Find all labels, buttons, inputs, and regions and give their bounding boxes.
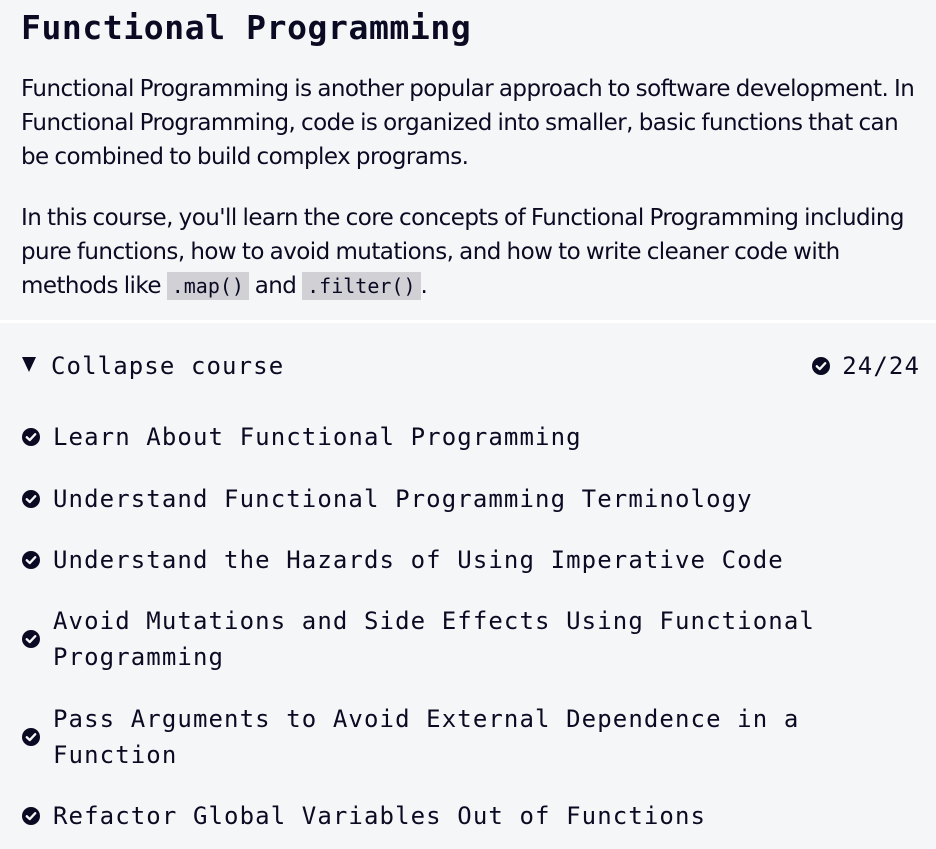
course-progress: 24/24 <box>812 349 920 383</box>
lesson-item[interactable]: Learn About Functional Programming <box>22 419 843 455</box>
check-circle-icon <box>22 630 40 648</box>
lesson-title: Understand the Hazards of Using Imperati… <box>53 546 784 574</box>
lesson-item[interactable]: Understand the Hazards of Using Imperati… <box>22 542 843 578</box>
course-intro: Functional Programming Functional Progra… <box>0 0 936 320</box>
intro-paragraph-2-and: and <box>248 273 303 299</box>
check-circle-icon <box>812 357 831 375</box>
lesson-title: Pass Arguments to Avoid External Depende… <box>53 705 800 769</box>
course-section: Collapse course 24/24 Learn About Functi… <box>0 323 936 849</box>
collapse-course-label: Collapse course <box>51 352 285 380</box>
lesson-title: Understand Functional Programming Termin… <box>53 485 753 513</box>
intro-paragraph-1: Functional Programming is another popula… <box>21 76 915 170</box>
intro-paragraph-2: In this course, you'll learn the core co… <box>21 201 926 303</box>
lesson-title: Refactor Global Variables Out of Functio… <box>53 802 707 830</box>
check-circle-icon <box>22 490 40 508</box>
intro-paragraph-2-end: . <box>420 273 428 299</box>
lesson-title: Avoid Mutations and Side Effects Using F… <box>53 607 815 671</box>
triangle-down-icon <box>22 356 36 372</box>
course-title: Functional Programming <box>21 8 472 47</box>
progress-count: 24/24 <box>842 352 920 380</box>
lesson-item[interactable]: Refactor Global Variables Out of Functio… <box>22 798 843 834</box>
collapse-course-button[interactable]: Collapse course <box>22 349 284 383</box>
lesson-title: Learn About Functional Programming <box>53 423 582 451</box>
check-circle-icon <box>22 551 40 569</box>
lesson-item[interactable]: Avoid Mutations and Side Effects Using F… <box>22 603 843 675</box>
check-circle-icon <box>22 428 40 446</box>
code-filter: .filter() <box>302 272 421 300</box>
check-circle-icon <box>22 807 40 825</box>
intro-paragraph-2-text: In this course, you'll learn the core co… <box>21 205 905 299</box>
lesson-item[interactable]: Understand Functional Programming Termin… <box>22 481 843 517</box>
check-circle-icon <box>22 728 40 746</box>
code-map: .map() <box>166 272 249 300</box>
lesson-item[interactable]: Pass Arguments to Avoid External Depende… <box>22 701 843 773</box>
